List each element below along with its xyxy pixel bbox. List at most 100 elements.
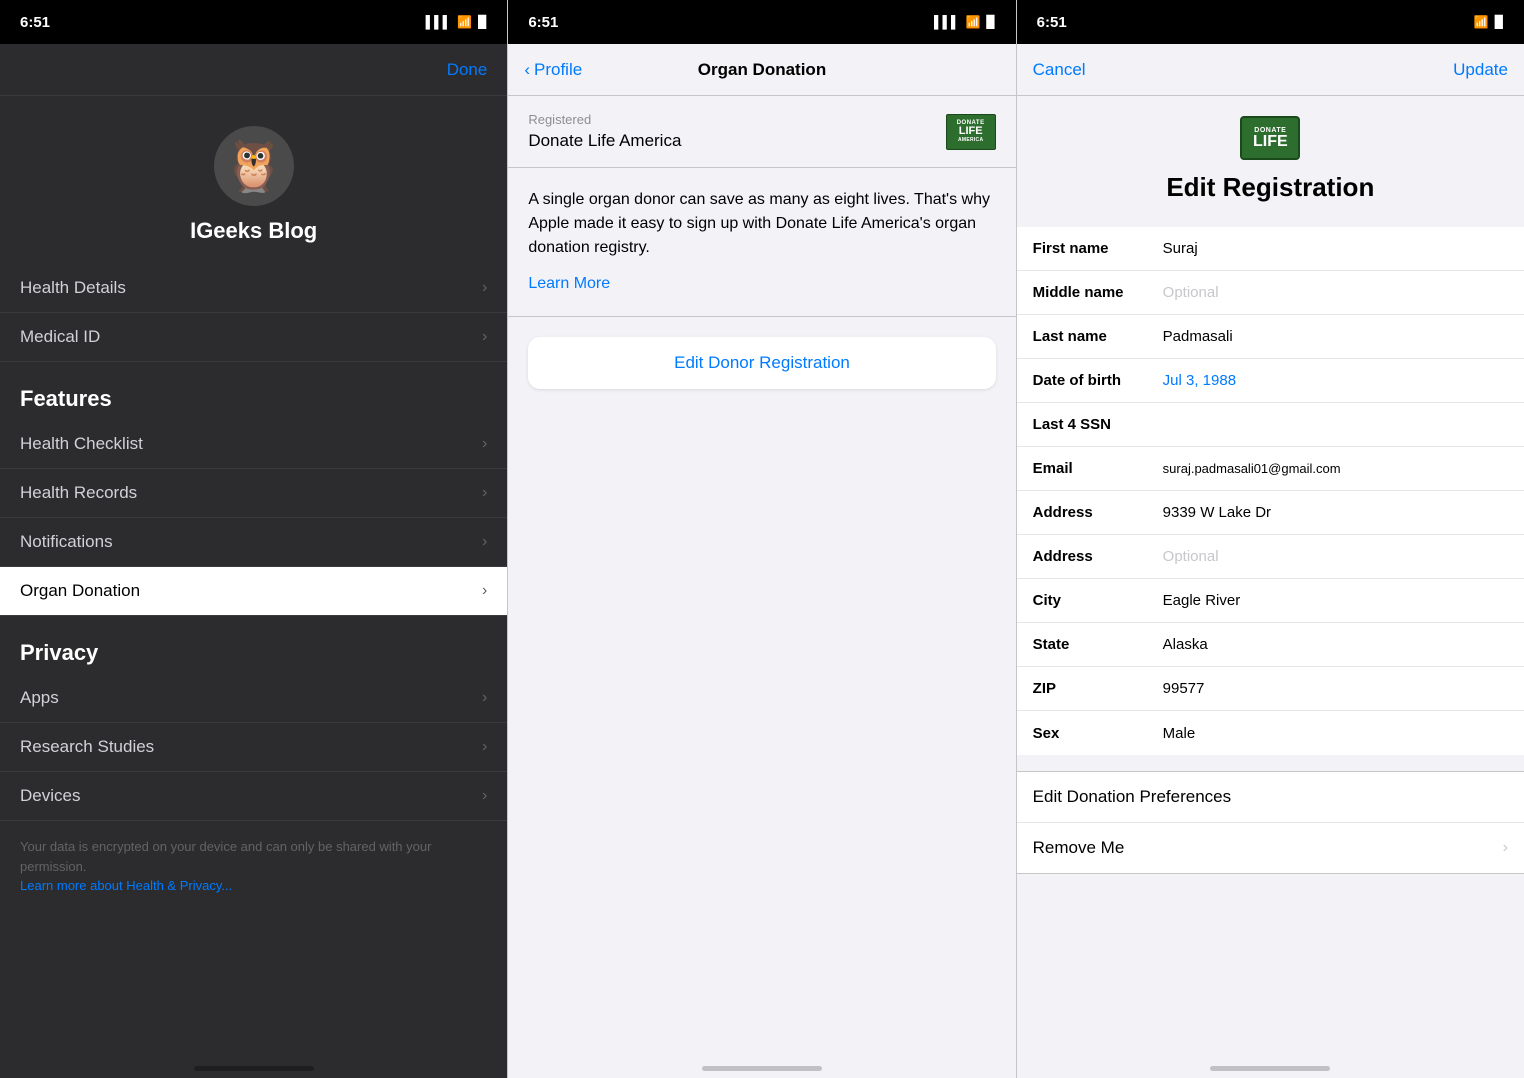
home-indicator-2 — [508, 1058, 1015, 1078]
edit-donation-preferences-button[interactable]: Edit Donation Preferences — [1017, 772, 1524, 823]
status-icons-1: ▌▌▌ 📶 ▉ — [426, 15, 488, 29]
wifi-icon: 📶 — [965, 15, 980, 29]
last-name-label: Last name — [1033, 328, 1163, 345]
status-time-1: 6:51 — [20, 14, 50, 31]
logo-bottom-text: AMERICA — [958, 137, 983, 143]
menu-item-label: Research Studies — [20, 737, 154, 757]
back-button[interactable]: ‹ Profile — [524, 60, 582, 80]
menu-item-label: Devices — [20, 786, 80, 806]
learn-more-link[interactable]: Learn More — [528, 272, 995, 296]
life-logo-section: DONATE LIFE Edit Registration — [1017, 96, 1524, 227]
menu-section: Health Details › Medical ID › Features H… — [0, 264, 507, 1058]
battery-icon: ▉ — [986, 15, 995, 29]
state-value[interactable]: Alaska — [1163, 636, 1508, 653]
dob-value[interactable]: Jul 3, 1988 — [1163, 372, 1508, 389]
email-label: Email — [1033, 460, 1163, 477]
form-row-lastname[interactable]: Last name Padmasali — [1017, 315, 1524, 359]
avatar: 🦉 — [214, 126, 294, 206]
status-icons-3: 📶 ▉ — [1474, 15, 1504, 29]
registered-card: Registered Donate Life America DONATE LI… — [508, 96, 1015, 168]
address1-value[interactable]: 9339 W Lake Dr — [1163, 504, 1508, 521]
form-row-firstname[interactable]: First name Suraj — [1017, 227, 1524, 271]
form-row-sex[interactable]: Sex Male — [1017, 711, 1524, 755]
menu-item-label: Notifications — [20, 532, 113, 552]
chevron-icon: › — [482, 738, 487, 756]
menu-item-health-checklist[interactable]: Health Checklist › — [0, 420, 507, 469]
status-time-2: 6:51 — [528, 14, 558, 31]
health-privacy-link[interactable]: Learn more about Health & Privacy... — [20, 878, 232, 893]
zip-value[interactable]: 99577 — [1163, 680, 1508, 697]
city-value[interactable]: Eagle River — [1163, 592, 1508, 609]
state-label: State — [1033, 636, 1163, 653]
status-bar-3: 6:51 📶 ▉ — [1017, 0, 1524, 44]
sex-label: Sex — [1033, 725, 1163, 742]
form-row-state[interactable]: State Alaska — [1017, 623, 1524, 667]
home-indicator-bar — [1210, 1066, 1330, 1071]
avatar-image: 🦉 — [223, 141, 285, 191]
menu-item-notifications[interactable]: Notifications › — [0, 518, 507, 567]
done-button[interactable]: Done — [447, 60, 488, 80]
nav-bar-1: Done — [0, 44, 507, 96]
chevron-icon: › — [482, 582, 487, 600]
home-indicator-3 — [1017, 1058, 1524, 1078]
nav-bar-2: ‹ Profile Organ Donation — [508, 44, 1015, 96]
address2-label: Address — [1033, 548, 1163, 565]
form-row-dob[interactable]: Date of birth Jul 3, 1988 — [1017, 359, 1524, 403]
first-name-value[interactable]: Suraj — [1163, 240, 1508, 257]
sex-value[interactable]: Male — [1163, 725, 1508, 742]
registration-form: First name Suraj Middle name Optional La… — [1017, 227, 1524, 755]
home-indicator-bar — [194, 1066, 314, 1071]
chevron-icon: › — [482, 279, 487, 297]
form-row-address1[interactable]: Address 9339 W Lake Dr — [1017, 491, 1524, 535]
first-name-label: First name — [1033, 240, 1163, 257]
edit-donor-registration-button[interactable]: Edit Donor Registration — [528, 337, 995, 389]
chevron-icon: › — [482, 533, 487, 551]
middle-name-value[interactable]: Optional — [1163, 284, 1508, 301]
menu-item-label: Health Details — [20, 278, 126, 298]
menu-item-health-details[interactable]: Health Details › — [0, 264, 507, 313]
registered-label: Registered — [528, 112, 681, 127]
update-button[interactable]: Update — [1453, 60, 1508, 80]
form-row-middlename[interactable]: Middle name Optional — [1017, 271, 1524, 315]
form-row-city[interactable]: City Eagle River — [1017, 579, 1524, 623]
edit-prefs-label: Edit Donation Preferences — [1033, 787, 1508, 807]
menu-item-devices[interactable]: Devices › — [0, 772, 507, 821]
menu-item-label: Medical ID — [20, 327, 100, 347]
wifi-icon: 📶 — [1474, 15, 1489, 29]
menu-item-research-studies[interactable]: Research Studies › — [0, 723, 507, 772]
chevron-icon: › — [482, 787, 487, 805]
bottom-actions: Edit Donation Preferences Remove Me › — [1017, 771, 1524, 874]
footer-description: Your data is encrypted on your device an… — [20, 839, 431, 874]
footer-text: Your data is encrypted on your device an… — [0, 821, 507, 912]
address2-value[interactable]: Optional — [1163, 548, 1508, 565]
signal-icon: ▌▌▌ — [426, 15, 452, 29]
chevron-icon: › — [1503, 839, 1508, 857]
address1-label: Address — [1033, 504, 1163, 521]
profile-section: 🦉 IGeeks Blog — [0, 96, 507, 264]
back-chevron-icon: ‹ — [524, 60, 530, 80]
cancel-button[interactable]: Cancel — [1033, 60, 1086, 80]
form-row-address2[interactable]: Address Optional — [1017, 535, 1524, 579]
form-row-ssn[interactable]: Last 4 SSN — [1017, 403, 1524, 447]
email-value[interactable]: suraj.padmasali01@gmail.com — [1163, 461, 1508, 476]
back-label: Profile — [534, 60, 582, 80]
remove-me-button[interactable]: Remove Me › — [1017, 823, 1524, 873]
form-row-email[interactable]: Email suraj.padmasali01@gmail.com — [1017, 447, 1524, 491]
remove-me-label: Remove Me — [1033, 838, 1503, 858]
menu-item-apps[interactable]: Apps › — [0, 674, 507, 723]
menu-item-label: Apps — [20, 688, 59, 708]
menu-item-organ-donation[interactable]: Organ Donation › — [0, 567, 507, 616]
menu-item-label: Health Records — [20, 483, 137, 503]
panel-health-settings: 6:51 ▌▌▌ 📶 ▉ Done 🦉 IGeeks Blog Health D… — [0, 0, 507, 1078]
signal-icon: ▌▌▌ — [934, 15, 960, 29]
status-icons-2: ▌▌▌ 📶 ▉ — [934, 15, 996, 29]
menu-item-health-records[interactable]: Health Records › — [0, 469, 507, 518]
zip-label: ZIP — [1033, 680, 1163, 697]
menu-item-label: Organ Donation — [20, 581, 140, 601]
menu-item-medical-id[interactable]: Medical ID › — [0, 313, 507, 362]
chevron-icon: › — [482, 484, 487, 502]
last-name-value[interactable]: Padmasali — [1163, 328, 1508, 345]
form-row-zip[interactable]: ZIP 99577 — [1017, 667, 1524, 711]
wifi-icon: 📶 — [457, 15, 472, 29]
panel-organ-donation: 6:51 ▌▌▌ 📶 ▉ ‹ Profile Organ Donation Re… — [507, 0, 1016, 1078]
